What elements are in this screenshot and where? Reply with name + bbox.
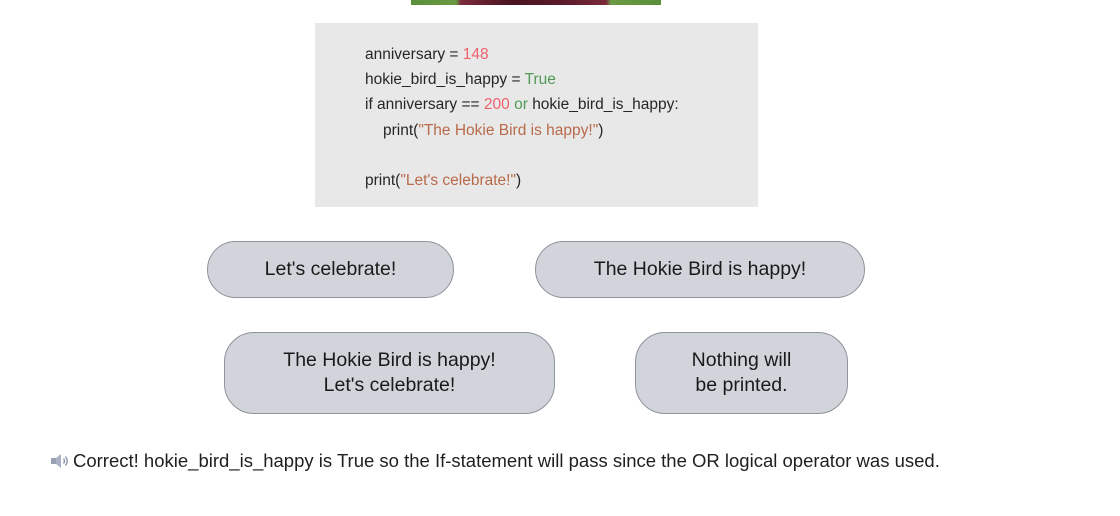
code-token-text: hokie_bird_is_happy: bbox=[532, 96, 679, 114]
answer-option-button[interactable]: The Hokie Bird is happy! Let's celebrate… bbox=[224, 332, 555, 414]
code-token-operator: = bbox=[445, 46, 463, 63]
answer-option-button[interactable]: The Hokie Bird is happy! bbox=[535, 241, 865, 298]
code-snippet: anniversary = 148 hokie_bird_is_happy = … bbox=[315, 23, 758, 207]
code-token-number: 200 bbox=[483, 96, 510, 114]
feedback-text: Correct! hokie_bird_is_happy is True so … bbox=[73, 450, 940, 471]
answer-option-button[interactable]: Nothing will be printed. bbox=[635, 332, 848, 414]
code-token-number: 148 bbox=[462, 46, 489, 63]
code-token-text: ) bbox=[515, 171, 522, 189]
code-token-text: if anniversary == bbox=[365, 96, 484, 114]
code-line-1: anniversary = 148 bbox=[365, 42, 758, 67]
answer-option-button[interactable]: Let's celebrate! bbox=[207, 241, 454, 298]
code-token-identifier: anniversary bbox=[365, 46, 446, 63]
answer-option-label: Let's celebrate! bbox=[264, 258, 397, 280]
quiz-page: anniversary = 148 hokie_bird_is_happy = … bbox=[0, 0, 1120, 516]
code-token-identifier: hokie_bird_is_happy bbox=[365, 71, 508, 89]
code-token-string: "The Hokie Bird is happy!" bbox=[418, 121, 599, 139]
code-token-text: print( bbox=[365, 171, 401, 189]
code-line-5: print("Let's celebrate!") bbox=[365, 168, 758, 193]
answer-option-label: The Hokie Bird is happy! Let's celebrate… bbox=[283, 349, 496, 396]
code-token-operator: = bbox=[507, 71, 525, 89]
code-line-4: print("The Hokie Bird is happy!") bbox=[365, 118, 758, 143]
code-token-string: "Let's celebrate!" bbox=[400, 171, 516, 189]
code-token-text: print( bbox=[383, 121, 419, 139]
feedback-message: Correct! hokie_bird_is_happy is True so … bbox=[50, 449, 940, 473]
code-line-3: if anniversary == 200 or hokie_bird_is_h… bbox=[365, 92, 758, 117]
hokie-bird-image bbox=[411, 0, 661, 5]
code-token-keyword: or bbox=[509, 96, 533, 114]
code-line-2: hokie_bird_is_happy = True bbox=[365, 67, 758, 92]
code-token-text: ) bbox=[598, 121, 604, 139]
code-token-boolean: True bbox=[524, 71, 556, 89]
answer-option-label: The Hokie Bird is happy! bbox=[593, 258, 807, 280]
speaker-icon[interactable] bbox=[50, 453, 70, 469]
answer-option-label: Nothing will be printed. bbox=[691, 349, 792, 396]
